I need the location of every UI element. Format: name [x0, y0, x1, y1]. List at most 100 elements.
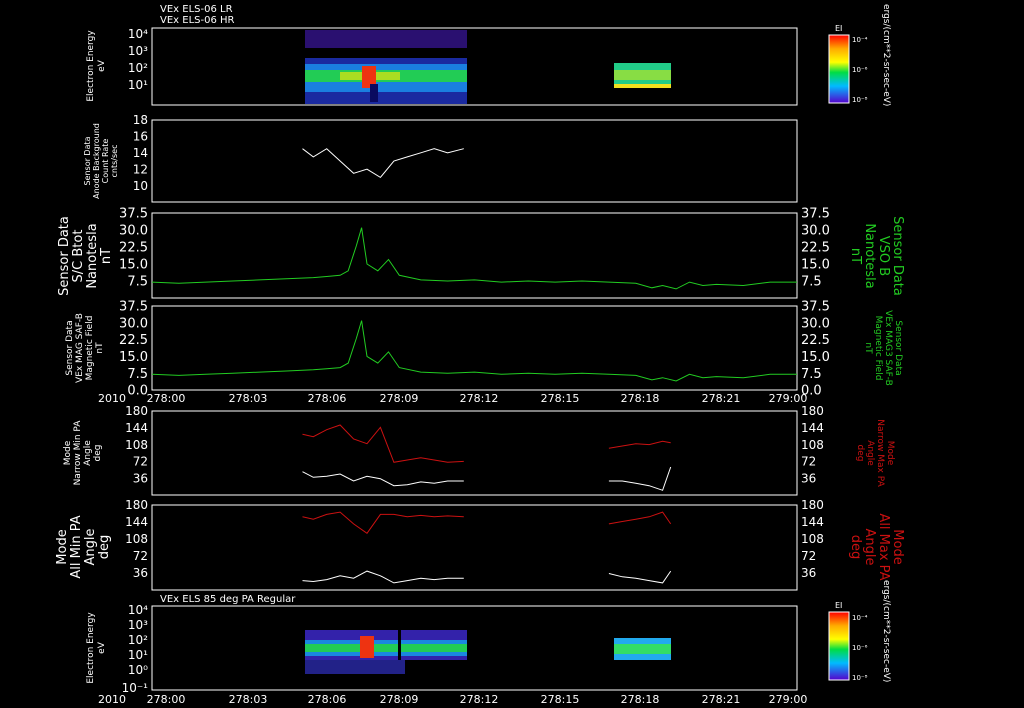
ylabel-right-line: Angle: [865, 440, 875, 466]
series-line: [302, 570, 464, 584]
colorbar-1: [828, 34, 850, 104]
colorbar-label-1: EI: [835, 24, 842, 33]
ylabel-line: S/C Btot: [71, 230, 86, 283]
ylabel-line: Angle: [83, 529, 98, 566]
ytick-label: 22.5: [119, 241, 148, 256]
colorbar-tick: 10⁻⁴: [852, 36, 868, 44]
title-lr: VEx ELS-06 LR: [160, 4, 233, 15]
ytick-label-right: 180: [801, 498, 824, 512]
xaxis-middle: 2010 278:00 278:03 278:06 278:09 278:12 …: [98, 392, 807, 405]
colorbar-tick: 10⁻⁸: [852, 674, 868, 682]
xtick-label: 278:18: [621, 392, 660, 405]
ytick-label-right: 7.5: [801, 367, 822, 382]
ylabel-line: eV: [97, 641, 107, 654]
xtick-label: 278:06: [308, 392, 347, 405]
series-line: [151, 227, 797, 290]
ylabel-right-line: deg: [855, 445, 865, 462]
series-line: [302, 511, 464, 534]
ylabel-line: Sensor Data: [57, 216, 72, 296]
ylabel-right-line: Nanotesla: [862, 223, 877, 288]
ytick-label-right: 0.0: [801, 384, 822, 399]
ylabel-line: Nanotesla: [85, 223, 100, 288]
ylabel-line: nT: [99, 248, 114, 264]
ytick-label: 15.0: [119, 258, 148, 273]
series-line: [151, 320, 797, 382]
ylabel-line: Magnetic Field: [85, 316, 95, 381]
ytick-label-right: 72: [801, 455, 816, 469]
xtick-label: 278:15: [541, 693, 580, 706]
ytick-label: 10³: [128, 44, 148, 58]
ytick-label: 30.0: [119, 224, 148, 239]
ylabel-line: deg: [93, 445, 103, 462]
colorbar-tick: 10⁻⁶: [852, 644, 868, 652]
ytick-label-right: 108: [801, 438, 824, 452]
xtick-label: 278:15: [541, 392, 580, 405]
ylabel-line: Electron Energy: [86, 612, 96, 684]
series-line: [302, 148, 464, 179]
ylabel-panel-5: Mode Narrow Min PA Angle deg: [63, 420, 103, 486]
colorbar-tick: 10⁻⁸: [852, 96, 868, 104]
ytick-label-right: 72: [801, 549, 816, 563]
ytick-label-right: 7.5: [801, 275, 822, 290]
colorbar-2: [828, 611, 850, 681]
series-line: [608, 466, 672, 491]
ytick-label: 10³: [128, 618, 148, 632]
colorbar-label-2: EI: [835, 601, 842, 610]
ytick-label: 12: [133, 162, 148, 176]
ylabel-right-panel-5: Mode Narrow Max PA Angle deg: [855, 419, 895, 487]
ylabel-line: Sensor Data: [65, 320, 75, 375]
ytick-label-right: 22.5: [801, 333, 830, 348]
ylabel-line: deg: [97, 535, 112, 560]
ylabel-right-line: nT: [848, 248, 863, 264]
ylabel-line: Mode: [55, 529, 70, 564]
ytick-label: 36: [133, 471, 148, 485]
series-line: [608, 570, 672, 584]
series-line: [302, 424, 464, 463]
ytick-label-right: 15.0: [801, 258, 830, 273]
panel-1-frame: [151, 27, 798, 106]
ylabel-right-line: Sensor Data: [890, 216, 905, 296]
ytick-label: 30.0: [119, 316, 148, 331]
ytick-label: 15.0: [119, 350, 148, 365]
title-pa: VEx ELS 85 deg PA Regular: [160, 594, 296, 605]
xtick-label: 278:09: [380, 693, 419, 706]
ytick-label-right: 180: [801, 404, 824, 418]
ylabel-panel-1: Electron Energy eV: [86, 30, 107, 102]
ytick-label-right: 37.5: [801, 207, 830, 222]
ytick-label: 10: [133, 179, 148, 193]
ylabel-right-line: nT: [863, 342, 873, 354]
ylabel-right-line: Mode: [885, 441, 895, 466]
colorbar-tick: 10⁻⁴: [852, 614, 868, 622]
ytick-label: 7.5: [127, 367, 148, 382]
xtick-label: 278:06: [308, 693, 347, 706]
ylabel-line: Sensor Data: [83, 136, 92, 185]
xaxis-bottom: 2010 278:00 278:03 278:06 278:09 278:12 …: [98, 693, 807, 706]
ytick-label: 10⁰: [128, 663, 148, 677]
yticks-panel-7: 10⁴ 10³ 10² 10¹ 10⁰ 10⁻¹: [122, 603, 149, 695]
ytick-label: 72: [133, 455, 148, 469]
ylabel-panel-7: Electron Energy eV: [86, 612, 107, 684]
xtick-label: 278:09: [380, 392, 419, 405]
ylabel-right-line: Mode: [890, 529, 905, 564]
panel-6-frame: [151, 504, 798, 591]
ylabel-right-panel-4: Sensor Data VEx MAG3 SAF-B Magnetic Fiel…: [863, 310, 903, 386]
ylabel-right-line: Magnetic Field: [873, 316, 883, 381]
ylabel-right-line: Angle: [862, 529, 877, 566]
ylabel-line: Angle: [83, 440, 93, 466]
ylabel-right-panel-3: Sensor Data VSO B Nanotesla nT: [848, 216, 905, 296]
ylabel-panel-4: Sensor Data VEx MAG SAF-B Magnetic Field…: [65, 313, 105, 383]
ytick-label: 144: [125, 515, 148, 529]
colorbar-units-2: ergs/(cm**2-sr-sec-eV): [881, 580, 891, 682]
xtick-label: 278:03: [229, 693, 268, 706]
year-label: 2010: [98, 693, 126, 706]
xtick-label: 278:00: [147, 693, 186, 706]
xtick-label: 278:12: [460, 693, 499, 706]
ytick-label: 37.5: [119, 300, 148, 315]
ylabel-panel-6: Mode All Min PA Angle deg: [55, 515, 112, 578]
series-line: [302, 471, 464, 487]
ytick-label: 10¹: [128, 648, 148, 662]
ytick-label: 14: [133, 146, 148, 160]
ytick-label-right: 144: [801, 421, 824, 435]
ylabel-right-line: VEx MAG3 SAF-B: [883, 310, 893, 386]
ylabel-right-line: All Max PA: [876, 513, 891, 580]
